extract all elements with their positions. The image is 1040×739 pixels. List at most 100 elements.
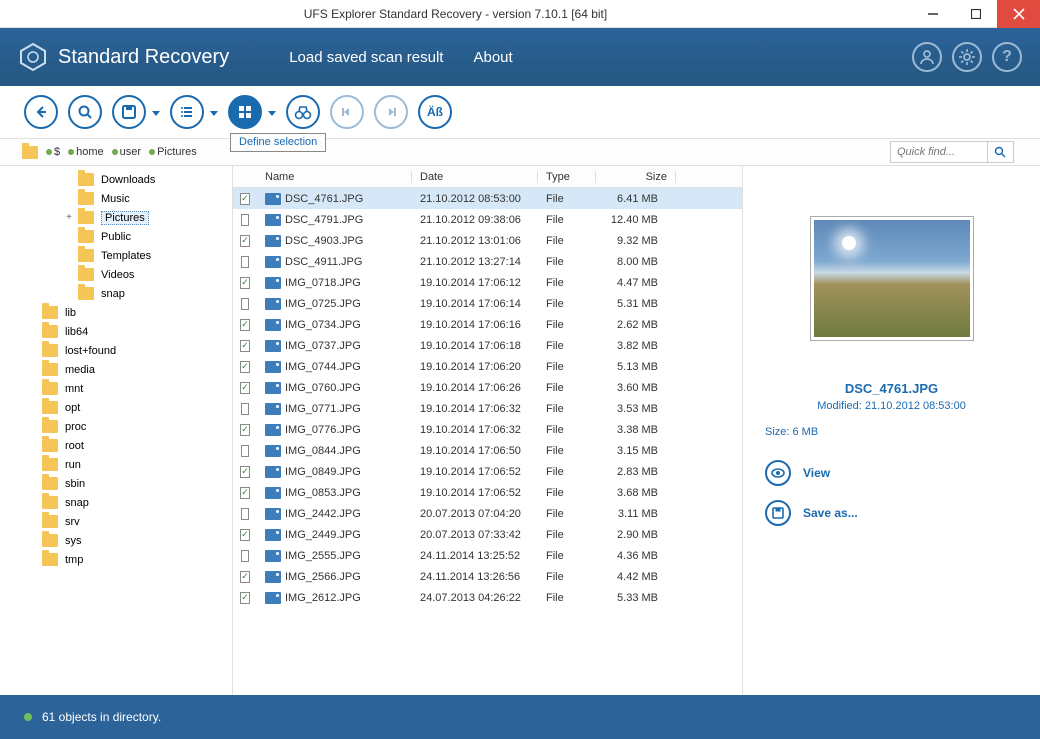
breadcrumb-item[interactable]: Pictures — [149, 146, 197, 158]
row-checkbox[interactable] — [241, 508, 249, 520]
table-row[interactable]: IMG_2442.JPG20.07.2013 07:04:20File3.11 … — [233, 503, 742, 524]
row-checkbox[interactable]: ✓ — [240, 361, 250, 373]
breadcrumb-item[interactable]: user — [112, 146, 141, 158]
breadcrumb-item[interactable]: home — [68, 146, 104, 158]
menu-about[interactable]: About — [473, 49, 512, 66]
table-row[interactable]: IMG_0725.JPG19.10.2014 17:06:14File5.31 … — [233, 293, 742, 314]
table-row[interactable]: ✓IMG_0718.JPG19.10.2014 17:06:12File4.47… — [233, 272, 742, 293]
tree-item[interactable]: media — [0, 360, 232, 379]
row-checkbox[interactable]: ✓ — [240, 319, 250, 331]
col-type[interactable]: Type — [538, 171, 596, 183]
file-date: 19.10.2014 17:06:52 — [412, 466, 538, 478]
table-row[interactable]: ✓IMG_0737.JPG19.10.2014 17:06:18File3.82… — [233, 335, 742, 356]
row-checkbox[interactable]: ✓ — [240, 277, 250, 289]
table-row[interactable]: ✓IMG_0776.JPG19.10.2014 17:06:32File3.38… — [233, 419, 742, 440]
tree-item[interactable]: snap — [0, 284, 232, 303]
tree-twisty-icon[interactable]: + — [64, 212, 74, 223]
row-checkbox[interactable] — [241, 550, 249, 562]
row-checkbox[interactable]: ✓ — [240, 382, 250, 394]
table-row[interactable]: DSC_4911.JPG21.10.2012 13:27:14File8.00 … — [233, 251, 742, 272]
tree-item[interactable]: snap — [0, 493, 232, 512]
back-button[interactable] — [24, 95, 58, 129]
table-row[interactable]: ✓IMG_2449.JPG20.07.2013 07:33:42File2.90… — [233, 524, 742, 545]
row-checkbox[interactable] — [241, 256, 249, 268]
define-selection-button[interactable]: Define selection — [228, 95, 262, 129]
breadcrumb-item[interactable]: $ — [46, 146, 60, 158]
folder-tree[interactable]: DownloadsMusic+PicturesPublicTemplatesVi… — [0, 166, 233, 695]
maximize-button[interactable] — [954, 0, 997, 28]
tree-item[interactable]: lib64 — [0, 322, 232, 341]
row-checkbox[interactable]: ✓ — [240, 193, 250, 205]
table-row[interactable]: ✓IMG_0853.JPG19.10.2014 17:06:52File3.68… — [233, 482, 742, 503]
tree-item[interactable]: srv — [0, 512, 232, 531]
tree-item[interactable]: Public — [0, 227, 232, 246]
binoculars-button[interactable] — [286, 95, 320, 129]
quick-find-input[interactable] — [891, 144, 987, 160]
menu-load-scan[interactable]: Load saved scan result — [289, 49, 443, 66]
table-row[interactable]: ✓IMG_2612.JPG24.07.2013 04:26:22File5.33… — [233, 587, 742, 608]
table-row[interactable]: IMG_0771.JPG19.10.2014 17:06:32File3.53 … — [233, 398, 742, 419]
tree-item[interactable]: run — [0, 455, 232, 474]
selection-dropdown[interactable] — [262, 103, 276, 121]
tree-item[interactable]: sbin — [0, 474, 232, 493]
next-button[interactable] — [374, 95, 408, 129]
file-name: IMG_0849.JPG — [285, 466, 361, 478]
row-checkbox[interactable] — [241, 214, 249, 226]
row-checkbox[interactable]: ✓ — [240, 235, 250, 247]
col-size[interactable]: Size — [596, 171, 676, 183]
tree-item[interactable]: opt — [0, 398, 232, 417]
tree-item[interactable]: +Pictures — [0, 208, 232, 227]
table-row[interactable]: DSC_4791.JPG21.10.2012 09:38:06File12.40… — [233, 209, 742, 230]
tree-item[interactable]: Music — [0, 189, 232, 208]
row-checkbox[interactable]: ✓ — [240, 340, 250, 352]
table-row[interactable]: ✓IMG_0734.JPG19.10.2014 17:06:16File2.62… — [233, 314, 742, 335]
row-checkbox[interactable] — [241, 445, 249, 457]
gear-icon[interactable] — [952, 42, 982, 72]
row-checkbox[interactable]: ✓ — [240, 424, 250, 436]
row-checkbox[interactable] — [241, 403, 249, 415]
list-button[interactable] — [170, 95, 204, 129]
table-row[interactable]: ✓IMG_2566.JPG24.11.2014 13:26:56File4.42… — [233, 566, 742, 587]
table-row[interactable]: ✓DSC_4903.JPG21.10.2012 13:01:06File9.32… — [233, 230, 742, 251]
saveas-button[interactable]: Save as... — [765, 500, 858, 526]
row-checkbox[interactable] — [241, 298, 249, 310]
table-row[interactable]: IMG_0844.JPG19.10.2014 17:06:50File3.15 … — [233, 440, 742, 461]
prev-button[interactable] — [330, 95, 364, 129]
help-icon[interactable]: ? — [992, 42, 1022, 72]
row-checkbox[interactable]: ✓ — [240, 487, 250, 499]
view-button[interactable]: View — [765, 460, 858, 486]
row-checkbox[interactable]: ✓ — [240, 571, 250, 583]
row-checkbox[interactable]: ✓ — [240, 529, 250, 541]
table-row[interactable]: ✓IMG_0849.JPG19.10.2014 17:06:52File2.83… — [233, 461, 742, 482]
tree-item[interactable]: root — [0, 436, 232, 455]
tree-item[interactable]: Downloads — [0, 170, 232, 189]
tree-item[interactable]: sys — [0, 531, 232, 550]
table-row[interactable]: ✓IMG_0760.JPG19.10.2014 17:06:26File3.60… — [233, 377, 742, 398]
row-checkbox[interactable]: ✓ — [240, 466, 250, 478]
quick-find-button[interactable] — [987, 142, 1011, 162]
tree-item[interactable]: lost+found — [0, 341, 232, 360]
col-date[interactable]: Date — [412, 171, 538, 183]
list-dropdown[interactable] — [204, 103, 218, 121]
tree-item[interactable]: proc — [0, 417, 232, 436]
table-row[interactable]: ✓DSC_4761.JPG21.10.2012 08:53:00File6.41… — [233, 188, 742, 209]
tree-item[interactable]: Templates — [0, 246, 232, 265]
save-dropdown[interactable] — [146, 103, 160, 121]
tree-item[interactable]: mnt — [0, 379, 232, 398]
encoding-button[interactable]: Äß — [418, 95, 452, 129]
table-row[interactable]: ✓IMG_0744.JPG19.10.2014 17:06:20File5.13… — [233, 356, 742, 377]
table-row[interactable]: IMG_2555.JPG24.11.2014 13:25:52File4.36 … — [233, 545, 742, 566]
tree-item[interactable]: tmp — [0, 550, 232, 569]
close-button[interactable] — [997, 0, 1040, 28]
user-icon[interactable] — [912, 42, 942, 72]
saveas-label: Save as... — [803, 506, 858, 520]
col-name[interactable]: Name — [257, 171, 412, 183]
tree-item[interactable]: lib — [0, 303, 232, 322]
file-list-body[interactable]: ✓DSC_4761.JPG21.10.2012 08:53:00File6.41… — [233, 188, 742, 695]
save-button[interactable] — [112, 95, 146, 129]
file-name: IMG_0853.JPG — [285, 487, 361, 499]
minimize-button[interactable] — [911, 0, 954, 28]
row-checkbox[interactable]: ✓ — [240, 592, 250, 604]
tree-item[interactable]: Videos — [0, 265, 232, 284]
search-button[interactable] — [68, 95, 102, 129]
